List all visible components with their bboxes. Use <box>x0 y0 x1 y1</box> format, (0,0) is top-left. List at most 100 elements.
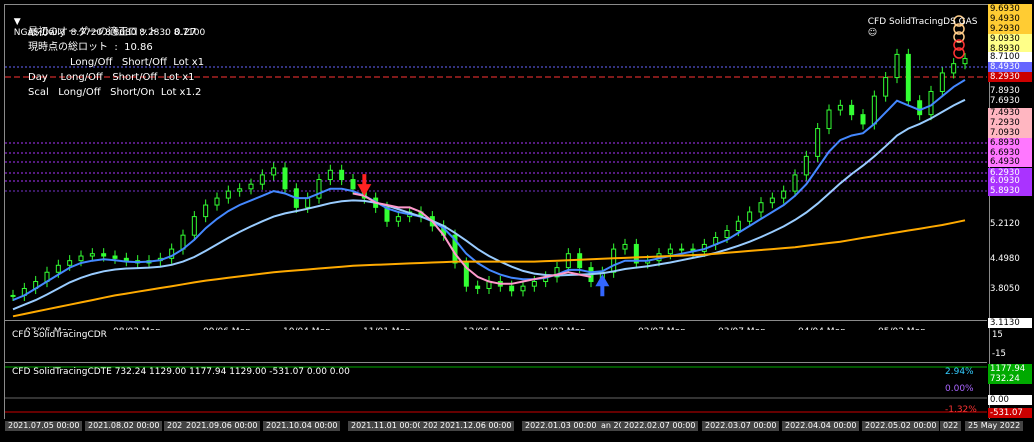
indicator1-scale-bottom: -15 <box>992 349 1006 359</box>
time-axis-label: 2022.05.02 00:00 <box>862 421 940 431</box>
price-label: 8.4930 <box>988 62 1032 72</box>
candle-body <box>758 202 764 213</box>
candle-body <box>203 204 209 218</box>
price-label: 7.8930 <box>990 86 1020 96</box>
indicator1-scale-top: 15 <box>992 330 1003 340</box>
indicator2-axis-label: 1177.94 <box>988 364 1032 374</box>
candle-body <box>271 167 277 176</box>
indicator1-pane[interactable] <box>5 330 987 360</box>
time-axis-label: 2021.11.01 00:00 <box>348 421 426 431</box>
candle-body <box>792 174 798 192</box>
total-lot-line: 現時点の総ロット : 10.86 <box>28 42 153 53</box>
candle-body <box>191 216 197 236</box>
price-label: 6.8930 <box>988 138 1032 148</box>
candle-body <box>939 72 945 92</box>
indicator-title: CFD SolidTracingDS GAS <box>867 17 978 27</box>
candle-body <box>611 248 617 273</box>
price-label: 7.0930 <box>988 128 1032 138</box>
time-axis-label: 2022.03.07 00:00 <box>702 421 780 431</box>
time-axis-label: 2021.12.06 00:00 <box>437 421 515 431</box>
candle-body <box>225 190 231 199</box>
pct-bot: -1.32% <box>945 405 977 415</box>
candle-body <box>55 264 61 273</box>
candle-body <box>905 53 911 102</box>
time-axis-label: 2021.07.05 00:00 <box>5 421 83 431</box>
candle-body <box>112 255 118 259</box>
time-axis-label: 2022.02.07 00:00 <box>621 421 699 431</box>
price-label: 7.4930 <box>988 108 1032 118</box>
time-axis-label: 022 <box>940 421 962 431</box>
candle-body <box>622 243 628 250</box>
candle-body <box>735 220 741 232</box>
price-label: 9.0930 <box>988 34 1032 44</box>
price-label: 5.8930 <box>988 186 1032 196</box>
smiley-icon: ☺ <box>867 28 878 38</box>
candle-body <box>781 190 787 199</box>
indicator2-axis-label: 0.00 <box>988 395 1032 405</box>
price-label: 3.1130 <box>988 318 1032 328</box>
time-axis-label: 2022.01.03 00:00 <box>522 421 600 431</box>
candle-body <box>316 179 322 199</box>
time-axis-label: 2021.08.02 00:00 <box>85 421 163 431</box>
indicator-header: CFD SolidTracingDS GAS ☺ <box>862 6 978 39</box>
indicator2-axis-label: 732.24 <box>988 374 1032 384</box>
candle-body <box>962 58 968 65</box>
time-axis-label: 2022.04.04 00:00 <box>782 421 860 431</box>
collapse-arrow-icon[interactable]: ▼ <box>14 17 21 27</box>
candle-body <box>395 216 401 222</box>
price-label: 7.2930 <box>988 118 1032 128</box>
candle-body <box>951 63 957 74</box>
candle-body <box>259 174 265 185</box>
price-label: 8.7100 <box>988 52 1032 62</box>
candle-body <box>531 281 537 287</box>
long-ma-line <box>12 219 966 318</box>
candle-body <box>123 257 129 262</box>
candle-body <box>815 128 821 157</box>
price-label: 6.0930 <box>988 176 1032 186</box>
indicator2-axis-label: -531.07 <box>988 408 1032 418</box>
candle-body <box>894 53 900 79</box>
candle-body <box>214 197 220 206</box>
proper-lot-line: 最初のオーダーの適正ロット : 0.27 <box>28 27 197 38</box>
price-label: 9.6930 <box>988 4 1032 14</box>
candle-body <box>101 253 107 257</box>
candle-body <box>917 100 923 116</box>
price-label: 4.4980 <box>990 254 1020 264</box>
candle-body <box>10 294 16 297</box>
candle-body <box>667 248 673 255</box>
candle-body <box>305 197 311 208</box>
candle-body <box>520 285 526 292</box>
candle-body <box>747 211 753 222</box>
candle-body <box>89 253 95 257</box>
candle-body <box>849 104 855 116</box>
price-label: 3.8050 <box>990 284 1020 294</box>
candle-body <box>769 197 775 204</box>
candle-body <box>248 183 254 190</box>
day-mode-line: Day Long/Off Short/Off Lot x1 <box>28 72 195 83</box>
candle-body <box>826 109 832 130</box>
pct-mid: 0.00% <box>945 384 974 394</box>
price-label: 9.2930 <box>988 24 1032 34</box>
candle-body <box>871 95 877 125</box>
time-axis[interactable]: 2021.07.05 00:00 2021.08.02 00:00 2021 2021… <box>0 419 1034 442</box>
candle-body <box>837 104 843 111</box>
buy-arrow-icon <box>595 274 610 297</box>
candle-body <box>883 77 889 97</box>
price-label: 9.4930 <box>988 14 1032 24</box>
candle-body <box>860 114 866 125</box>
candle-body <box>282 167 288 190</box>
candle-body <box>803 155 809 176</box>
candle-body <box>475 285 481 289</box>
candle-body <box>509 285 515 292</box>
price-label: 6.4930 <box>988 157 1032 167</box>
indicator1-title: CFD SolidTracingCDR <box>12 330 107 340</box>
indicator2-title: CFD SolidTracingCDTE 732.24 1129.00 1177… <box>12 367 350 377</box>
candle-body <box>339 169 345 181</box>
candle-body <box>679 248 685 251</box>
price-label: 7.6930 <box>990 96 1020 106</box>
price-label: 8.2930 <box>988 72 1032 82</box>
time-axis-label: 2021.09.06 00:00 <box>183 421 261 431</box>
scal-mode-line: Scal Long/Off Short/On Lot x1.2 <box>28 87 202 98</box>
pct-top: 2.94% <box>945 367 974 377</box>
candle-body <box>350 179 356 190</box>
